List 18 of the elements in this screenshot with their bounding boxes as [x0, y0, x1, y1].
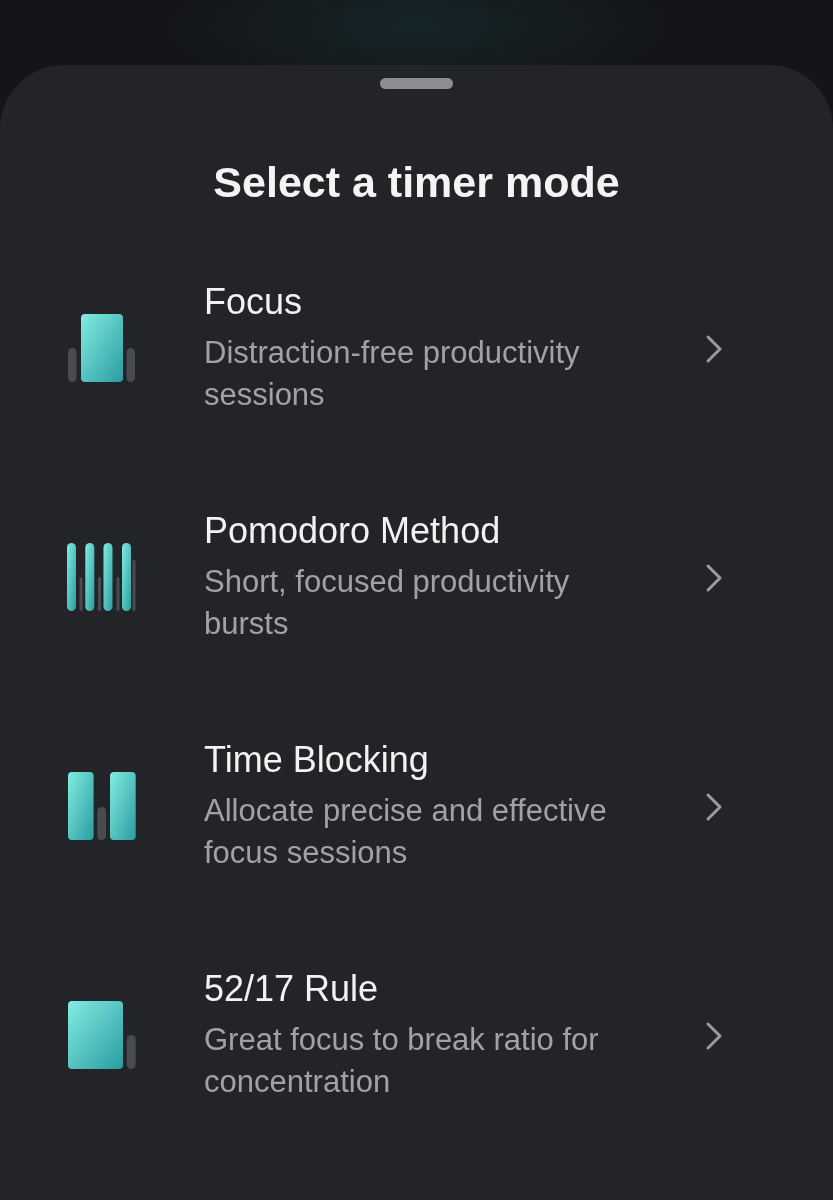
- block-and-bar-icon: [67, 1001, 136, 1070]
- mode-title: Time Blocking: [204, 739, 430, 780]
- mode-description: Great focus to break ratio for concentration: [204, 1020, 600, 1101]
- mode-title: Focus: [204, 281, 304, 322]
- two-blocks-icon: [67, 772, 136, 841]
- mode-title: 52/17 Rule: [204, 968, 380, 1009]
- mode-description: Short, focused productivity bursts: [204, 562, 571, 643]
- mode-description: Distraction-free productivity sessions: [204, 333, 581, 414]
- chevron-right-icon: [705, 791, 723, 822]
- mode-description: Allocate precise and effective focus sessions: [204, 791, 608, 872]
- block-between-bars-icon: [67, 314, 136, 383]
- chevron-right-icon: [705, 333, 723, 364]
- chevron-right-icon: [705, 562, 723, 593]
- mode-title: Pomodoro Method: [204, 510, 502, 551]
- drag-handle[interactable]: [380, 78, 453, 89]
- sheet-title: Select a timer mode: [212, 158, 621, 206]
- chevron-right-icon: [705, 1020, 723, 1051]
- vertical-bars-icon: [67, 543, 136, 612]
